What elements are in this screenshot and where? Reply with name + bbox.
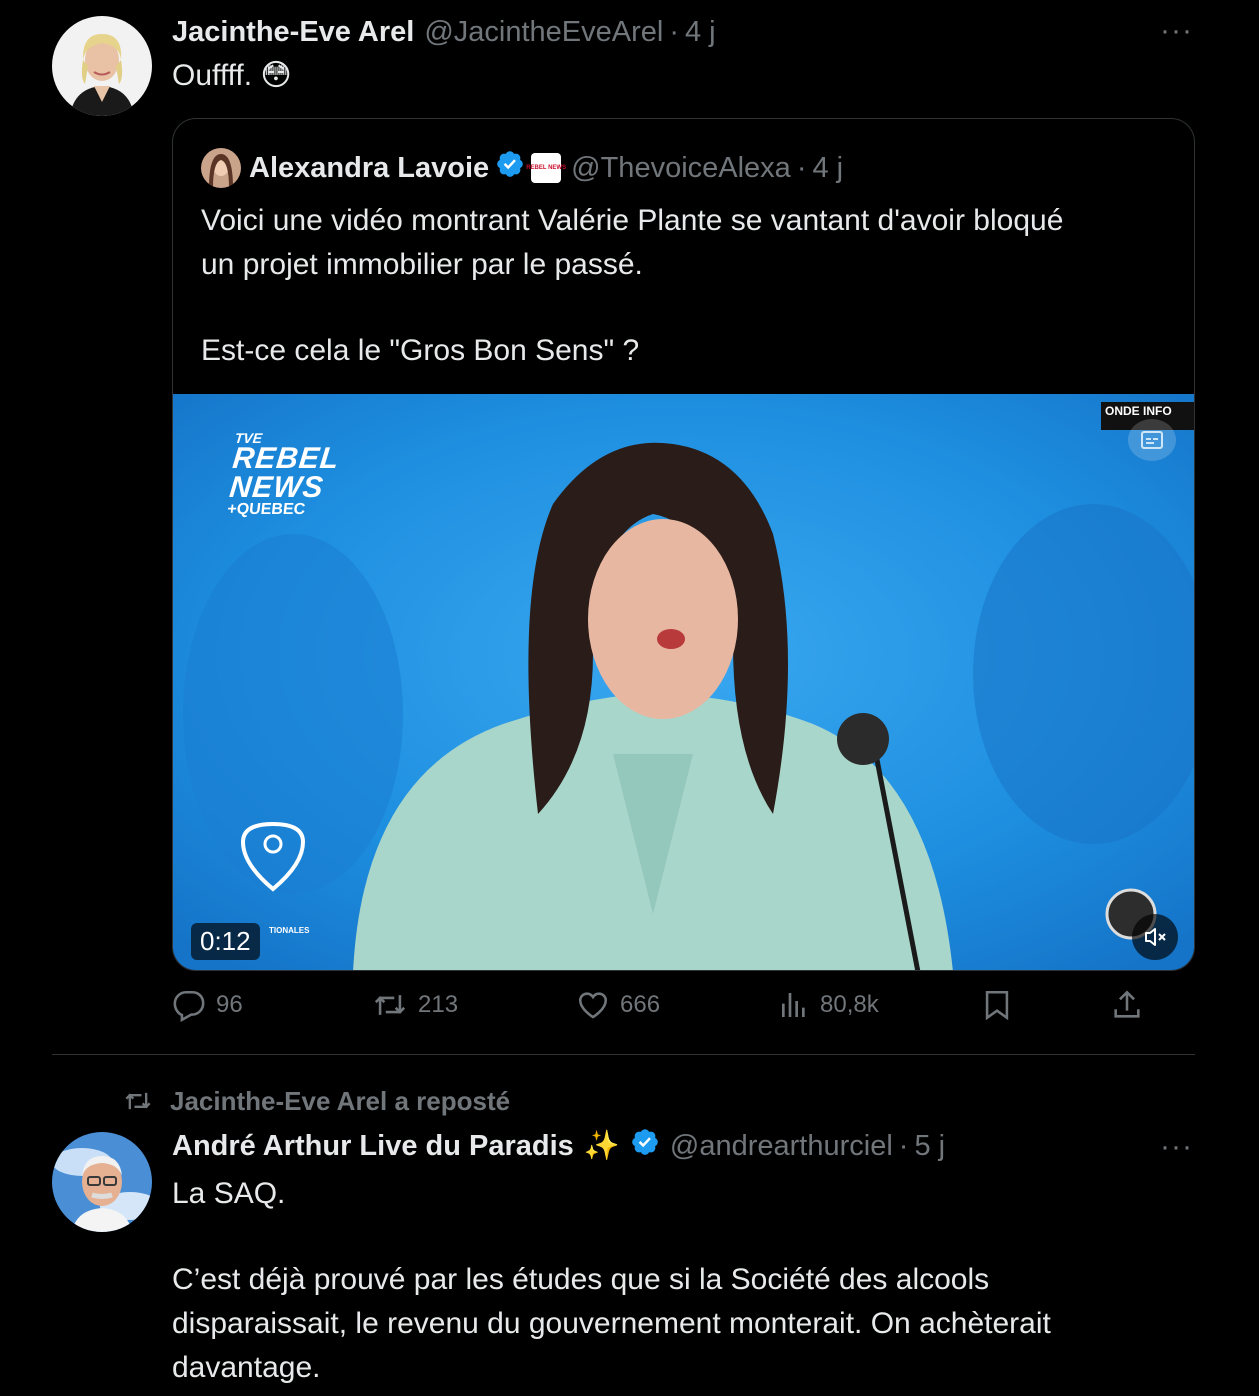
tweet-text-line: C’est déjà prouvé par les études que si … bbox=[172, 1263, 990, 1296]
more-options-icon[interactable]: ··· bbox=[1160, 16, 1193, 46]
video-duration: 0:12 bbox=[191, 923, 260, 960]
tweet-time[interactable]: 5 j bbox=[914, 1130, 945, 1163]
author-handle[interactable]: @andrearthurciel bbox=[670, 1130, 893, 1163]
bookmark-button[interactable] bbox=[980, 988, 1024, 1022]
tweet-time[interactable]: 4 j bbox=[685, 16, 716, 49]
repost-button[interactable]: 213 bbox=[372, 988, 458, 1022]
author-handle[interactable]: @JacintheEveArel bbox=[424, 16, 663, 49]
separator-dot: · bbox=[898, 1129, 909, 1162]
reply-button[interactable]: 96 bbox=[172, 988, 243, 1022]
rebel-news-affiliate-badge[interactable]: REBEL NEWS bbox=[526, 153, 566, 183]
heart-icon bbox=[578, 992, 608, 1019]
bookmark-icon bbox=[985, 990, 1009, 1021]
flushed-face-emoji: 😳 bbox=[260, 59, 292, 92]
tweet-text: Ouffff. bbox=[172, 59, 253, 92]
author-name[interactable]: André Arthur Live du Paradis bbox=[172, 1130, 574, 1163]
location-caption: TIONALES bbox=[269, 926, 310, 935]
video-player[interactable]: TVE REBEL NEWS +QUEBEC ONDE INFO TIONALE… bbox=[173, 394, 1194, 970]
more-options-icon[interactable]: ··· bbox=[1160, 1132, 1193, 1162]
quote-text-line: Est-ce cela le "Gros Bon Sens" ? bbox=[201, 334, 640, 367]
like-count: 666 bbox=[620, 991, 661, 1018]
separator-dot: · bbox=[796, 151, 807, 184]
like-button[interactable]: 666 bbox=[576, 988, 660, 1022]
repost-icon bbox=[374, 995, 406, 1015]
avatar-alexandra[interactable] bbox=[201, 148, 241, 188]
separator-dot: · bbox=[669, 15, 679, 48]
reply-icon bbox=[173, 990, 205, 1022]
mute-icon[interactable] bbox=[1132, 914, 1178, 960]
share-icon bbox=[1114, 990, 1140, 1018]
tweet-text-line: disparaissait, le revenu du gouvernement… bbox=[172, 1307, 1051, 1340]
rebel-news-watermark: TVE REBEL NEWS +QUEBEC bbox=[226, 430, 342, 519]
quote-text: Voici une vidéo montrant Valérie Plante … bbox=[201, 199, 1063, 373]
repost-context-icon bbox=[125, 1092, 151, 1110]
reply-count: 96 bbox=[216, 991, 243, 1018]
quote-header: Alexandra Lavoie REBEL NEWS @ThevoiceAle… bbox=[201, 147, 843, 189]
quoted-tweet-card[interactable]: Alexandra Lavoie REBEL NEWS @ThevoiceAle… bbox=[172, 118, 1195, 971]
tweet-1-header: Jacinthe-Eve Arel @JacintheEveArel · 4 j bbox=[172, 12, 716, 52]
tweet-text-line: davantage. bbox=[172, 1351, 321, 1384]
verified-badge-icon bbox=[630, 1127, 660, 1165]
share-button[interactable] bbox=[1110, 988, 1154, 1022]
captions-icon[interactable] bbox=[1128, 419, 1176, 461]
repost-context-label[interactable]: Jacinthe-Eve Arel a reposté bbox=[170, 1086, 510, 1117]
corner-channel-label: ONDE INFO bbox=[1105, 404, 1172, 418]
avatar-jacinthe[interactable] bbox=[52, 16, 152, 116]
views-button[interactable]: 80,8k bbox=[778, 988, 879, 1022]
tweet-text-line: La SAQ. bbox=[172, 1177, 286, 1210]
tweet-1-text: Ouffff. 😳 bbox=[172, 54, 292, 98]
tweet-divider bbox=[52, 1054, 1195, 1055]
tweet-2-text: La SAQ. C’est déjà prouvé par les études… bbox=[172, 1172, 1051, 1390]
quote-text-line: Voici une vidéo montrant Valérie Plante … bbox=[201, 204, 1064, 237]
view-count: 80,8k bbox=[820, 991, 879, 1018]
repost-count: 213 bbox=[418, 991, 459, 1018]
quote-text-line: un projet immobilier par le passé. bbox=[201, 248, 643, 281]
quote-author-name[interactable]: Alexandra Lavoie bbox=[249, 152, 489, 185]
sparkles-emoji: ✨ bbox=[583, 1130, 620, 1162]
author-name[interactable]: Jacinthe-Eve Arel bbox=[172, 16, 414, 49]
avatar-andre[interactable] bbox=[52, 1132, 152, 1232]
views-icon bbox=[782, 993, 805, 1017]
verified-badge-icon bbox=[495, 149, 525, 187]
repost-context: Jacinthe-Eve Arel a reposté bbox=[122, 1084, 510, 1118]
tweet-2-header: André Arthur Live du Paradis ✨ @andreart… bbox=[172, 1126, 945, 1166]
quote-time[interactable]: 4 j bbox=[812, 152, 843, 185]
quote-author-handle[interactable]: @ThevoiceAlexa bbox=[571, 152, 791, 185]
